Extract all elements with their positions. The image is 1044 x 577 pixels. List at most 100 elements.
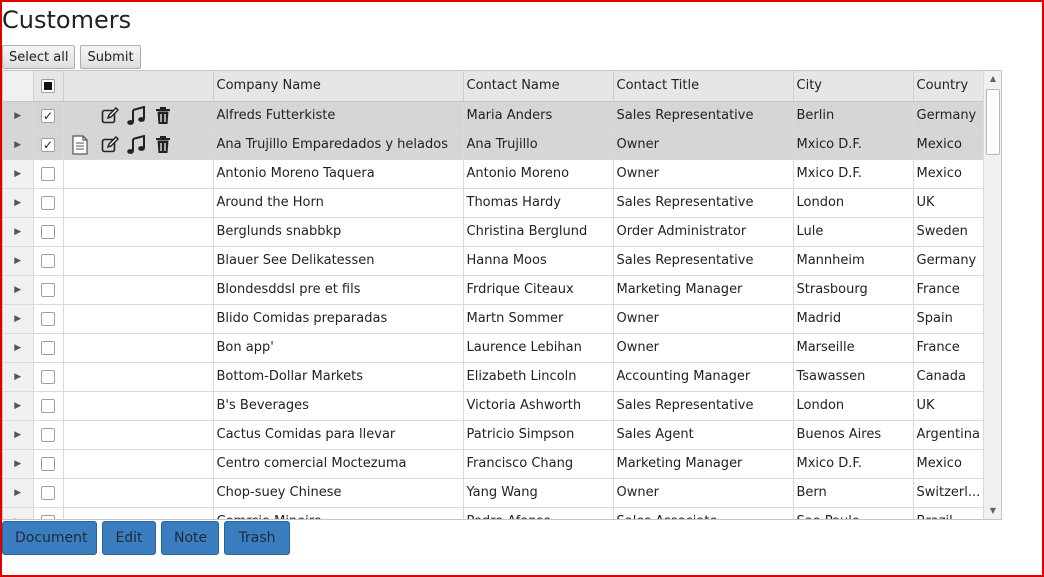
contact-name-cell[interactable]: Thomas Hardy <box>463 188 614 218</box>
contact-name-cell[interactable]: Christina Berglund <box>463 217 614 247</box>
contact-name-cell[interactable]: Patricio Simpson <box>463 420 614 450</box>
row-expand-cell[interactable]: ▶ <box>3 391 34 421</box>
city-cell[interactable]: Berlin <box>793 101 914 131</box>
trash-icon[interactable] <box>153 106 173 126</box>
contact-title-cell[interactable]: Sales Agent <box>613 420 794 450</box>
contact-name-cell[interactable]: Antonio Moreno <box>463 159 614 189</box>
country-cell[interactable]: France <box>913 275 984 305</box>
company-name-cell[interactable]: Ana Trujillo Emparedados y helados <box>213 130 464 160</box>
edit-icon[interactable] <box>100 135 120 155</box>
city-cell[interactable]: Buenos Aires <box>793 420 914 450</box>
contact-name-cell[interactable]: Maria Anders <box>463 101 614 131</box>
music-note-icon[interactable] <box>126 134 146 155</box>
table-row[interactable]: ▶ Blauer See Delikatessen Hanna Moos Sales … <box>3 246 984 276</box>
row-checkbox[interactable] <box>41 224 55 239</box>
country-cell[interactable]: UK <box>913 188 984 218</box>
contact-title-cell[interactable]: Owner <box>613 478 794 508</box>
row-expand-cell[interactable]: ▶ <box>3 507 34 519</box>
expand-arrow-icon[interactable]: ▶ <box>14 285 21 295</box>
table-row[interactable]: ▶ Cactus Comidas para llevar Patricio Simp… <box>3 420 984 450</box>
expand-arrow-icon[interactable]: ▶ <box>14 198 21 208</box>
table-row[interactable]: ▶ Centro comercial Moctezuma Francisco Cha… <box>3 449 984 479</box>
row-expand-cell[interactable]: ▶ <box>3 130 34 160</box>
row-checkbox[interactable] <box>41 398 55 413</box>
table-row[interactable]: ▶ Blido Comidas preparadas Martn Sommer Own… <box>3 304 984 334</box>
document-icon[interactable] <box>70 134 90 155</box>
expand-arrow-icon[interactable]: ▶ <box>14 343 21 353</box>
row-checkbox[interactable] <box>41 137 55 152</box>
row-checkbox[interactable] <box>41 456 55 471</box>
contact-name-cell[interactable]: Pedro Afonso <box>463 507 614 519</box>
row-expand-cell[interactable]: ▶ <box>3 246 34 276</box>
column-header-company[interactable]: Company Name <box>213 71 464 102</box>
expand-arrow-icon[interactable]: ▶ <box>14 459 21 469</box>
column-header-contact[interactable]: Contact Name <box>463 71 614 102</box>
country-cell[interactable]: Spain <box>913 304 984 334</box>
city-cell[interactable]: London <box>793 391 914 421</box>
contact-name-cell[interactable]: Yang Wang <box>463 478 614 508</box>
contact-title-cell[interactable]: Order Administrator <box>613 217 794 247</box>
row-expand-cell[interactable]: ▶ <box>3 449 34 479</box>
row-checkbox[interactable] <box>41 282 55 297</box>
company-name-cell[interactable]: Blauer See Delikatessen <box>213 246 464 276</box>
trash-button[interactable]: Trash <box>224 521 290 555</box>
country-cell[interactable]: Switzerl... <box>913 478 984 508</box>
row-expand-cell[interactable]: ▶ <box>3 275 34 305</box>
scroll-down-icon[interactable]: ▼ <box>984 503 1001 519</box>
city-cell[interactable]: Lule <box>793 217 914 247</box>
city-cell[interactable]: Sao Paulo <box>793 507 914 519</box>
table-row[interactable]: ▶ Berglunds snabbkp Christina Berglund Orde… <box>3 217 984 247</box>
company-name-cell[interactable]: Chop-suey Chinese <box>213 478 464 508</box>
country-cell[interactable]: Mexico <box>913 449 984 479</box>
edit-button[interactable]: Edit <box>102 521 156 555</box>
contact-name-cell[interactable]: Ana Trujillo <box>463 130 614 160</box>
table-row[interactable]: ▶ Ana Trujillo Emparedados y heladosAna T… <box>3 130 984 160</box>
row-expand-cell[interactable]: ▶ <box>3 478 34 508</box>
company-name-cell[interactable]: Centro comercial Moctezuma <box>213 449 464 479</box>
expand-arrow-icon[interactable]: ▶ <box>14 372 21 382</box>
company-name-cell[interactable]: Alfreds Futterkiste <box>213 101 464 131</box>
row-checkbox[interactable] <box>41 514 55 519</box>
country-cell[interactable]: Sweden <box>913 217 984 247</box>
column-header-title[interactable]: Contact Title <box>613 71 794 102</box>
column-header-city[interactable]: City <box>793 71 914 102</box>
contact-title-cell[interactable]: Sales Representative <box>613 391 794 421</box>
company-name-cell[interactable]: Antonio Moreno Taquera <box>213 159 464 189</box>
vertical-scrollbar[interactable]: ▲ ▼ <box>983 71 1001 519</box>
row-checkbox[interactable] <box>41 195 55 210</box>
company-name-cell[interactable]: Blido Comidas preparadas <box>213 304 464 334</box>
row-expand-cell[interactable]: ▶ <box>3 333 34 363</box>
contact-name-cell[interactable]: Laurence Lebihan <box>463 333 614 363</box>
row-expand-cell[interactable]: ▶ <box>3 217 34 247</box>
row-checkbox[interactable] <box>41 253 55 268</box>
company-name-cell[interactable]: Bottom-Dollar Markets <box>213 362 464 392</box>
city-cell[interactable]: Marseille <box>793 333 914 363</box>
company-name-cell[interactable]: Bon app' <box>213 333 464 363</box>
row-checkbox[interactable] <box>41 108 55 123</box>
city-cell[interactable]: Mxico D.F. <box>793 449 914 479</box>
country-cell[interactable]: France <box>913 333 984 363</box>
city-cell[interactable]: Mxico D.F. <box>793 159 914 189</box>
country-cell[interactable]: Germany <box>913 246 984 276</box>
country-cell[interactable]: Canada <box>913 362 984 392</box>
contact-name-cell[interactable]: Elizabeth Lincoln <box>463 362 614 392</box>
company-name-cell[interactable]: Berglunds snabbkp <box>213 217 464 247</box>
row-checkbox[interactable] <box>41 427 55 442</box>
expand-arrow-icon[interactable]: ▶ <box>14 256 21 266</box>
note-button[interactable]: Note <box>161 521 219 555</box>
submit-button[interactable]: Submit <box>80 45 141 69</box>
document-button[interactable]: Document <box>2 521 97 555</box>
table-row[interactable]: ▶ B's Beverages Victoria Ashworth Sales Rep… <box>3 391 984 421</box>
row-expand-cell[interactable]: ▶ <box>3 101 34 131</box>
expand-arrow-icon[interactable]: ▶ <box>14 111 21 121</box>
contact-name-cell[interactable]: Victoria Ashworth <box>463 391 614 421</box>
table-row[interactable]: ▶ Blondesddsl pre et fils Frdrique Citeaux… <box>3 275 984 305</box>
row-checkbox[interactable] <box>41 166 55 181</box>
city-cell[interactable]: Madrid <box>793 304 914 334</box>
scrollbar-thumb[interactable] <box>986 89 1000 155</box>
country-cell[interactable]: Germany <box>913 101 984 131</box>
header-checkbox[interactable] <box>41 78 55 93</box>
row-checkbox[interactable] <box>41 369 55 384</box>
row-checkbox[interactable] <box>41 485 55 500</box>
expand-arrow-icon[interactable]: ▶ <box>14 314 21 324</box>
